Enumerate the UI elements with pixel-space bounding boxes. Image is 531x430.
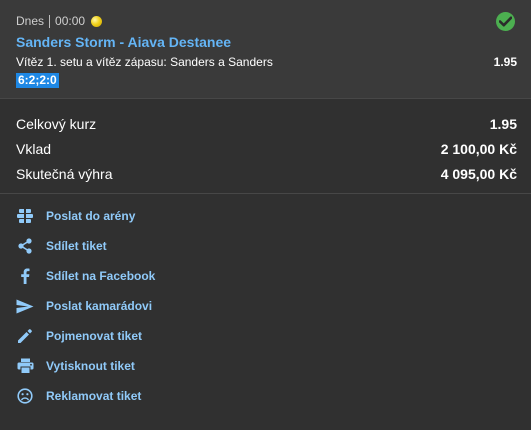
arena-icon [16, 207, 34, 225]
share-facebook-button[interactable]: Sdílet na Facebook [16, 267, 155, 285]
total-odds-value: 1.95 [489, 116, 517, 132]
check-circle-icon [496, 12, 515, 31]
stake-value: 2 100,00 Kč [440, 141, 517, 157]
rename-ticket-label: Pojmenovat tiket [46, 329, 143, 343]
send-icon [16, 297, 34, 315]
send-to-friend-button[interactable]: Poslat kamarádovi [16, 297, 152, 315]
match-link[interactable]: Sanders Storm - Aiava Destanee [16, 34, 231, 50]
stake-row: Vklad 2 100,00 Kč [16, 139, 517, 159]
share-facebook-label: Sdílet na Facebook [46, 269, 156, 283]
stake-label: Vklad [16, 141, 52, 157]
event-meta: Dnes 00:00 [16, 14, 103, 28]
print-ticket-button[interactable]: Vytisknout tiket [16, 357, 135, 375]
send-to-arena-button[interactable]: Poslat do arény [16, 207, 135, 225]
share-ticket-button[interactable]: Sdílet tiket [16, 237, 107, 255]
sad-face-icon [16, 387, 34, 405]
rename-ticket-button[interactable]: Pojmenovat tiket [16, 327, 142, 345]
market-label: Vítěz 1. setu a vítěz zápasu: Sanders a … [16, 55, 273, 69]
total-odds-label: Celkový kurz [16, 116, 97, 132]
ticket-header: Dnes 00:00 Sanders Storm - Aiava Destane… [0, 0, 531, 98]
divider [0, 98, 531, 99]
share-icon [16, 237, 34, 255]
pencil-icon [16, 327, 34, 345]
tennis-ball-icon [91, 15, 103, 27]
event-day: Dnes [16, 14, 45, 28]
complaint-ticket-label: Reklamovat tiket [46, 389, 142, 403]
divider [0, 193, 531, 194]
score-badge: 6:2;2:0 [16, 73, 59, 88]
send-to-arena-label: Poslat do arény [46, 209, 136, 223]
printer-icon [16, 357, 34, 375]
win-label: Skutečná výhra [16, 166, 113, 182]
divider [49, 14, 51, 28]
send-to-friend-label: Poslat kamarádovi [46, 299, 153, 313]
print-ticket-label: Vytisknout tiket [46, 359, 135, 373]
selection-odd: 1.95 [493, 55, 517, 69]
event-time: 00:00 [55, 14, 86, 28]
win-value: 4 095,00 Kč [440, 166, 517, 182]
facebook-icon [16, 267, 34, 285]
share-ticket-label: Sdílet tiket [46, 239, 107, 253]
complaint-ticket-button[interactable]: Reklamovat tiket [16, 387, 141, 405]
total-odds-row: Celkový kurz 1.95 [16, 114, 517, 134]
win-row: Skutečná výhra 4 095,00 Kč [16, 164, 517, 184]
